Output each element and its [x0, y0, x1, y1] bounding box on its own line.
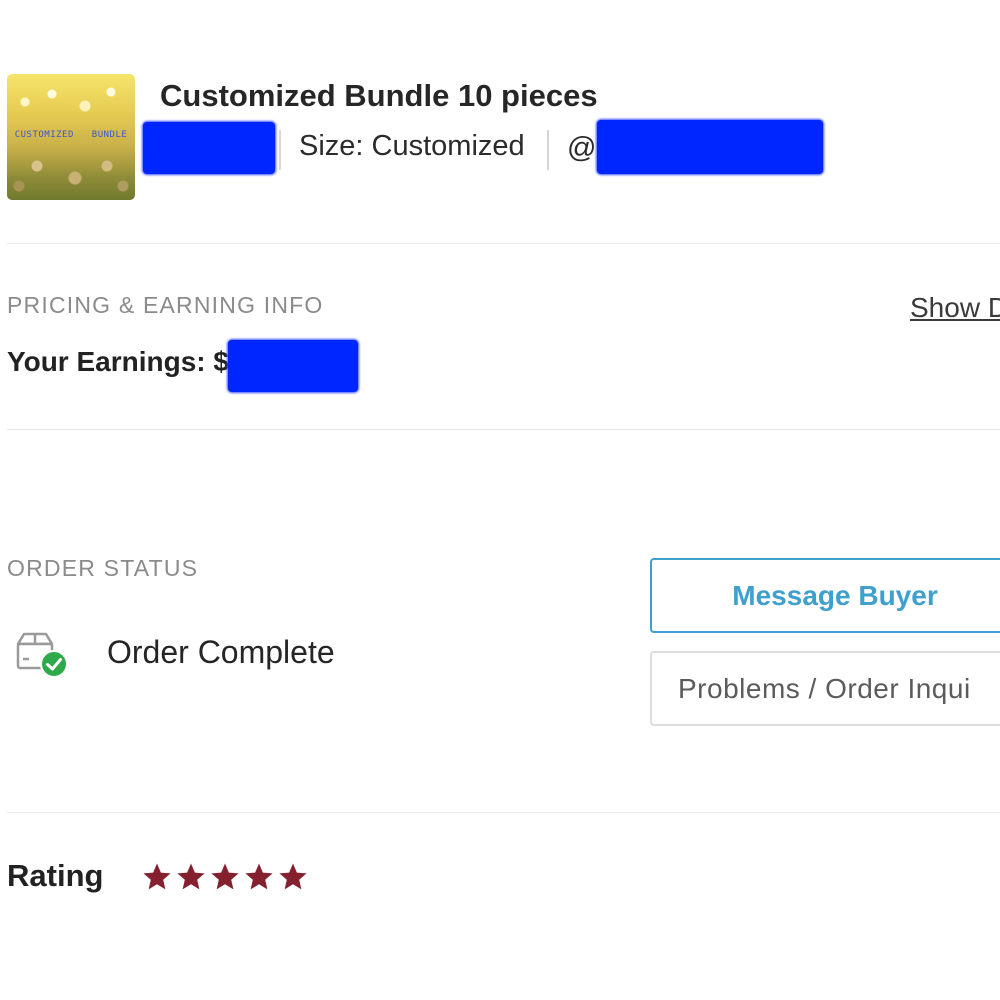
product-title[interactable]: Customized Bundle 10 pieces	[160, 78, 598, 114]
divider	[7, 243, 1000, 244]
divider	[279, 130, 281, 170]
redacted-username	[143, 122, 275, 174]
order-inquiry-button[interactable]: Problems / Order Inqui	[650, 651, 1000, 726]
star-icon	[177, 863, 205, 890]
product-thumbnail[interactable]: CUSTOMIZED BUNDLE	[7, 74, 135, 200]
star-icon	[279, 863, 307, 890]
redacted-earnings	[228, 340, 358, 392]
buyer-handle-prefix: @	[567, 132, 597, 164]
star-icon	[245, 863, 273, 890]
divider	[7, 429, 1000, 430]
order-inquiry-label: Problems / Order Inqui	[678, 672, 971, 704]
star-icon	[143, 863, 171, 890]
message-buyer-label: Message Buyer	[732, 579, 938, 611]
product-size: Size: Customized	[299, 130, 525, 162]
thumbnail-caption: CUSTOMIZED BUNDLE	[14, 130, 128, 140]
order-status-text: Order Complete	[107, 634, 335, 670]
divider	[547, 130, 549, 170]
star-icon	[211, 863, 239, 890]
show-details-link[interactable]: Show D	[910, 292, 1000, 324]
rating-label: Rating	[7, 858, 104, 893]
divider	[7, 812, 1000, 813]
message-buyer-button[interactable]: Message Buyer	[650, 558, 1000, 633]
rating-stars	[142, 862, 308, 894]
order-status-label: ORDER STATUS	[7, 555, 199, 581]
product-meta: Size: Customized @	[143, 118, 843, 178]
earnings-label: Your Earnings: $	[7, 346, 229, 377]
redacted-buyer-handle	[597, 120, 823, 174]
pricing-section-label: PRICING & EARNING INFO	[7, 292, 324, 318]
box-check-icon	[14, 630, 72, 682]
